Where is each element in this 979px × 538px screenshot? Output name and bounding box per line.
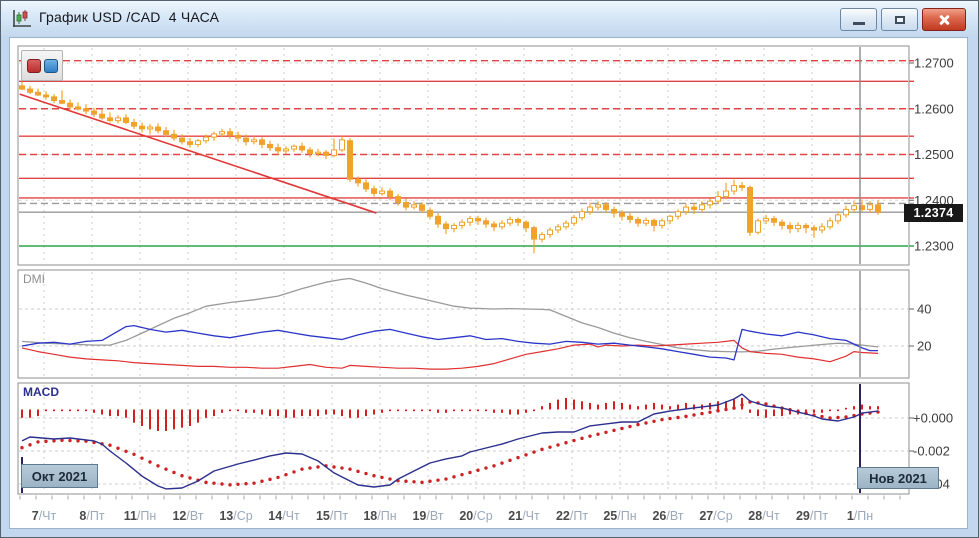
macd-pane-label: MACD [23, 385, 59, 399]
blue-marker-button[interactable] [44, 59, 58, 73]
minimize-icon [853, 22, 865, 25]
dmi-pane-label: DMI [23, 272, 45, 286]
chart-window: График USD /CAD 4 ЧАСА 1.27001.26001.250… [0, 0, 979, 538]
window-title: График USD /CAD 4 ЧАСА [39, 9, 219, 25]
title-bar[interactable]: График USD /CAD 4 ЧАСА [1, 1, 978, 37]
close-button[interactable] [922, 8, 966, 31]
maximize-icon [895, 16, 905, 24]
month-start-badge: Окт 2021 [21, 464, 98, 488]
month-end-badge: Нов 2021 [857, 467, 939, 489]
maximize-button[interactable] [881, 8, 918, 31]
red-marker-button[interactable] [27, 59, 41, 73]
chart-client-area [9, 37, 968, 529]
candlestick-chart-icon [11, 8, 33, 30]
current-price-box: 1.2374 [904, 204, 963, 222]
close-icon [938, 14, 950, 26]
minimize-button[interactable] [840, 8, 877, 31]
chart-mini-toolbar [21, 50, 63, 81]
